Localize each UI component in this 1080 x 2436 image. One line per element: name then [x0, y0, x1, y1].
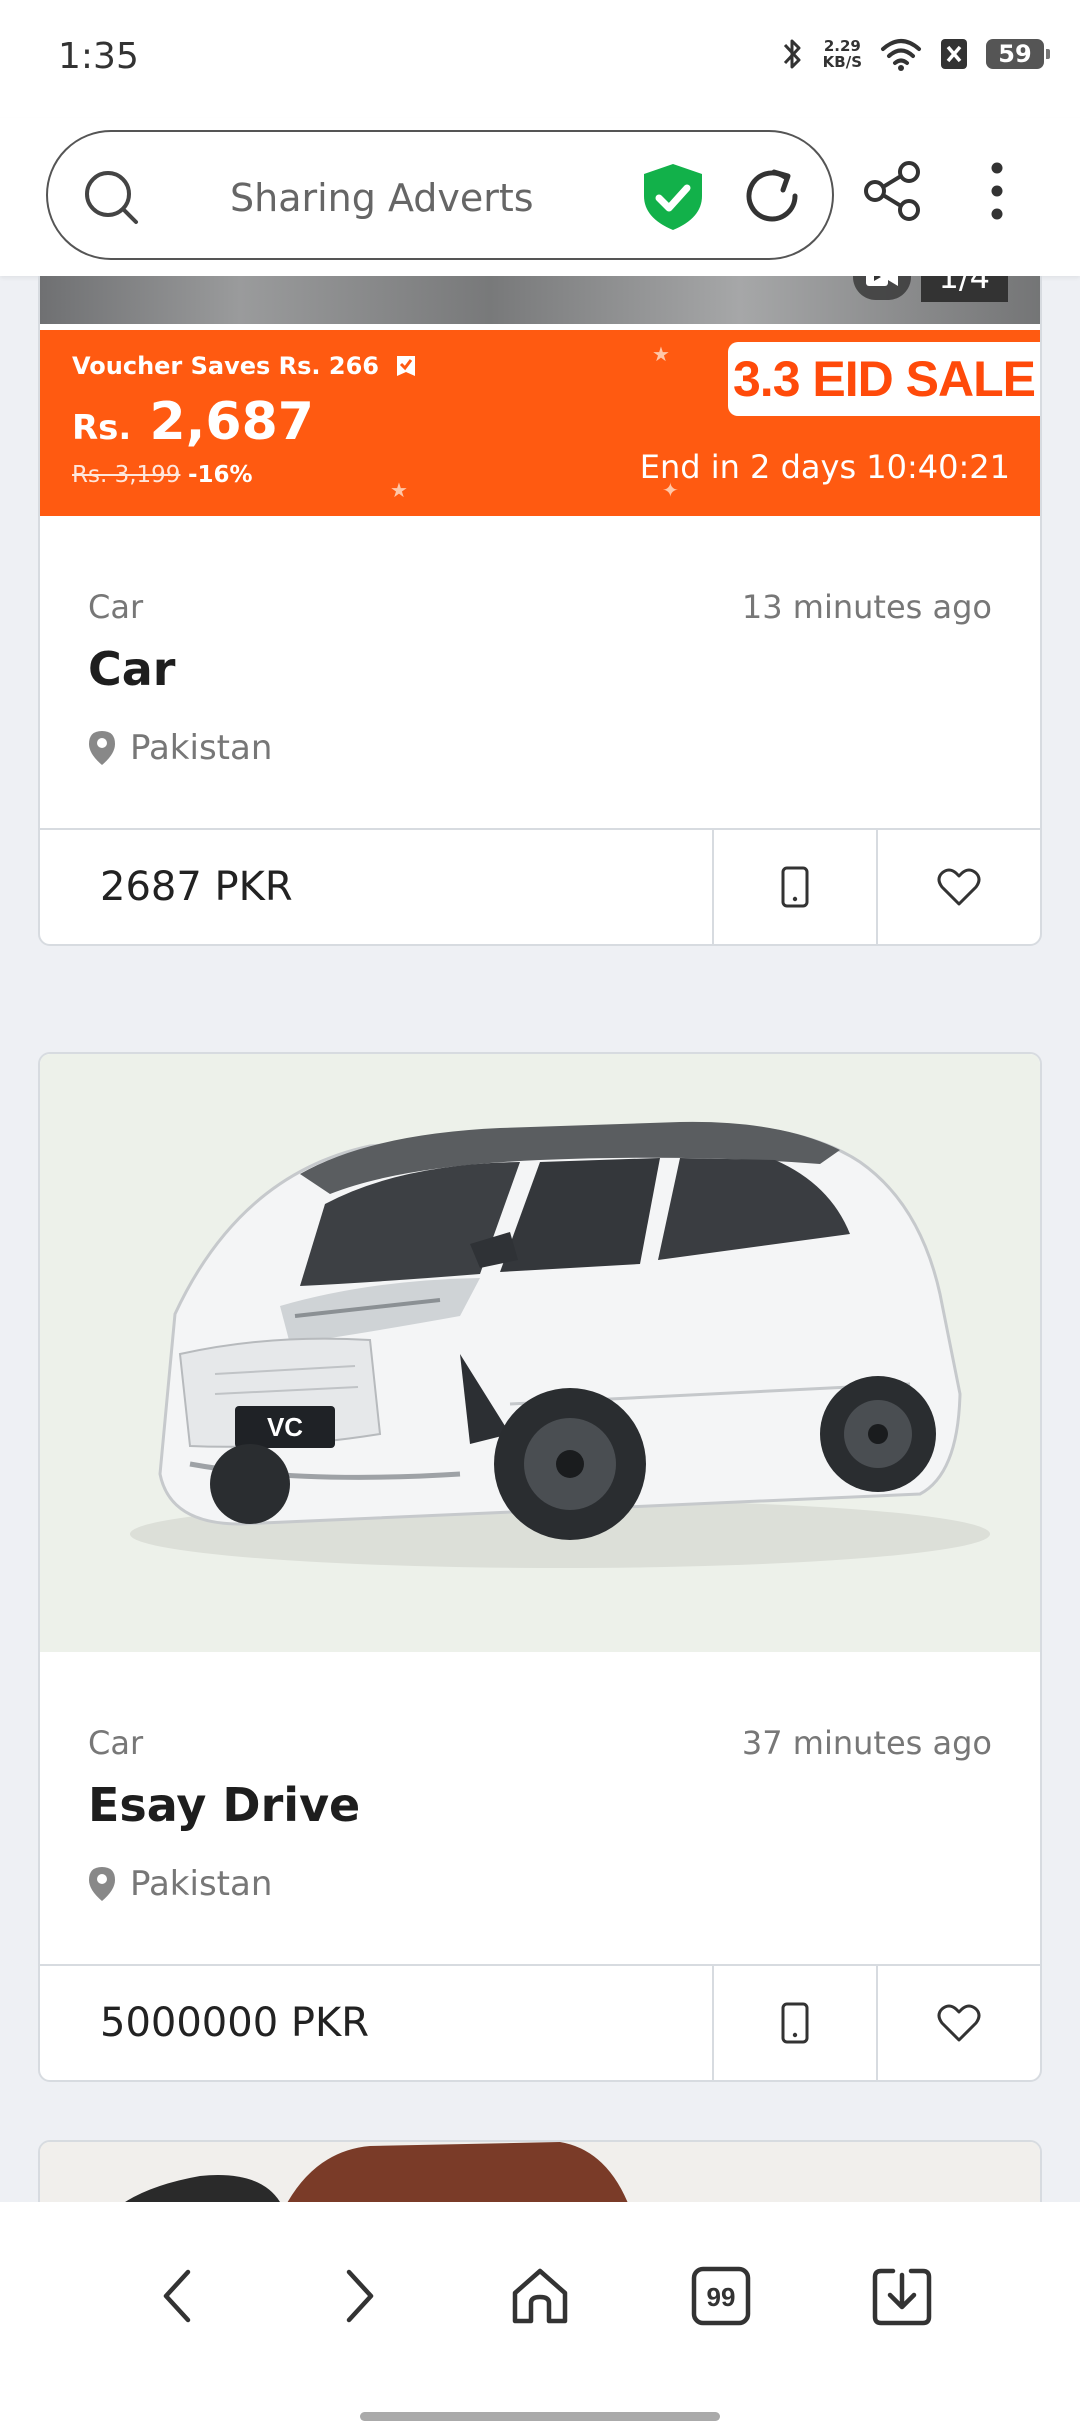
download-icon — [872, 2268, 931, 2326]
video-icon — [852, 276, 911, 300]
battery-indicator: 59 — [986, 39, 1050, 69]
voucher-check-icon — [397, 356, 416, 376]
promo-price: Rs. 2,687 — [72, 392, 314, 452]
phone-icon — [781, 866, 809, 908]
status-icons: 2.29 KB/S 59 — [781, 36, 1050, 72]
listing-card[interactable]: 1/4 Voucher Saves Rs. 266 Rs. 2,687 Rs. … — [38, 276, 1042, 946]
tabs-icon: 99 — [691, 2266, 751, 2326]
forward-button[interactable] — [319, 2256, 399, 2336]
bluetooth-icon — [783, 39, 801, 69]
home-icon — [512, 2268, 568, 2324]
downloads-button[interactable] — [862, 2256, 942, 2336]
image-counter: 1/4 — [920, 276, 1008, 302]
listing-price: 2687 PKR — [100, 864, 293, 910]
car-photo: VC — [130, 1121, 990, 1568]
listing-photo-partial — [40, 2142, 1040, 2202]
tabs-button[interactable]: 99 — [681, 2256, 761, 2336]
promo-currency: Rs. — [72, 408, 132, 448]
favorite-button[interactable] — [876, 830, 1040, 944]
listing-title[interactable]: Car — [88, 642, 176, 696]
listing-title[interactable]: Esay Drive — [88, 1778, 360, 1832]
listing-location: Pakistan — [88, 728, 272, 768]
network-speed: 2.29 KB/S — [823, 38, 862, 70]
listing-photo[interactable]: 1/4 — [40, 276, 1040, 324]
license-plate: VC — [267, 1412, 303, 1442]
listing-actions: 2687 PKR — [40, 828, 1040, 944]
browser-toolbar: Sharing Adverts — [0, 118, 1080, 276]
security-shield-icon[interactable] — [640, 162, 706, 232]
network-speed-value: 2.29 — [823, 37, 861, 55]
voucher-label: Voucher Saves Rs. 266 — [72, 352, 379, 380]
voucher-text: Voucher Saves Rs. 266 — [72, 352, 417, 380]
listing-location-label: Pakistan — [130, 728, 273, 768]
call-button[interactable] — [712, 830, 876, 944]
wifi-icon — [881, 39, 921, 71]
listing-card[interactable]: VC Car 37 minutes ago Esay Drive Pakista… — [38, 1052, 1042, 2082]
phone-icon — [781, 2002, 809, 2044]
listings-feed[interactable]: 1/4 Voucher Saves Rs. 266 Rs. 2,687 Rs. … — [0, 276, 1080, 2202]
listing-photo[interactable]: VC — [40, 1054, 1040, 1652]
browser-bottom-nav: 99 — [0, 2202, 1080, 2436]
listing-card[interactable] — [38, 2140, 1042, 2202]
back-button[interactable] — [138, 2256, 218, 2336]
nav-row: 99 — [0, 2256, 1080, 2336]
sale-label: 3.3 EID SALE — [728, 342, 1040, 416]
discount-badge: -16% — [188, 462, 253, 488]
listing-details[interactable]: Car 13 minutes ago Car Pakistan — [40, 516, 1040, 828]
call-button[interactable] — [712, 1966, 876, 2080]
promo-price-value: 2,687 — [149, 392, 314, 452]
chevron-left-icon — [164, 2269, 191, 2323]
heart-icon — [937, 2004, 981, 2042]
chevron-right-icon — [346, 2269, 374, 2323]
tabs-count: 99 — [706, 2282, 735, 2312]
gesture-home-indicator[interactable] — [360, 2412, 720, 2421]
sale-countdown: End in 2 days 10:40:21 — [639, 448, 1010, 486]
listing-category: Car — [88, 588, 144, 626]
listing-price: 5000000 PKR — [100, 2000, 370, 2046]
status-time: 1:35 — [58, 36, 139, 77]
status-bar: 1:35 2.29 KB/S 59 — [0, 0, 1080, 118]
network-speed-unit: KB/S — [822, 53, 862, 71]
promo-banner[interactable]: Voucher Saves Rs. 266 Rs. 2,687 Rs. 3,19… — [40, 324, 1040, 516]
old-price: Rs. 3,199 — [72, 462, 181, 488]
listing-actions: 5000000 PKR — [40, 1964, 1040, 2080]
listing-category: Car — [88, 1724, 144, 1762]
location-pin-icon — [89, 1867, 115, 1901]
reload-icon[interactable] — [740, 164, 804, 228]
listing-details[interactable]: Car 37 minutes ago Esay Drive Pakistan — [40, 1652, 1040, 1964]
sparkle-decoration: ★ — [390, 478, 408, 502]
media-indicator: 1/4 — [852, 276, 1008, 302]
sim-disabled-icon — [941, 39, 967, 69]
heart-icon — [937, 868, 981, 906]
home-button[interactable] — [500, 2256, 580, 2336]
favorite-button[interactable] — [876, 1966, 1040, 2080]
listing-location: Pakistan — [88, 1864, 272, 1904]
search-icon[interactable] — [82, 168, 142, 228]
listing-posted-time: 13 minutes ago — [741, 588, 992, 626]
share-icon[interactable] — [862, 160, 924, 222]
listing-image[interactable]: 1/4 Voucher Saves Rs. 266 Rs. 2,687 Rs. … — [40, 276, 1040, 516]
page-title[interactable]: Sharing Adverts — [230, 176, 534, 220]
listing-location-label: Pakistan — [130, 1864, 273, 1904]
listing-posted-time: 37 minutes ago — [741, 1724, 992, 1762]
address-bar[interactable]: Sharing Adverts — [46, 130, 834, 260]
more-options-icon[interactable] — [980, 160, 1014, 222]
listing-photo[interactable] — [40, 2142, 1040, 2202]
location-pin-icon — [89, 731, 115, 765]
sparkle-decoration: ★ — [652, 342, 670, 366]
